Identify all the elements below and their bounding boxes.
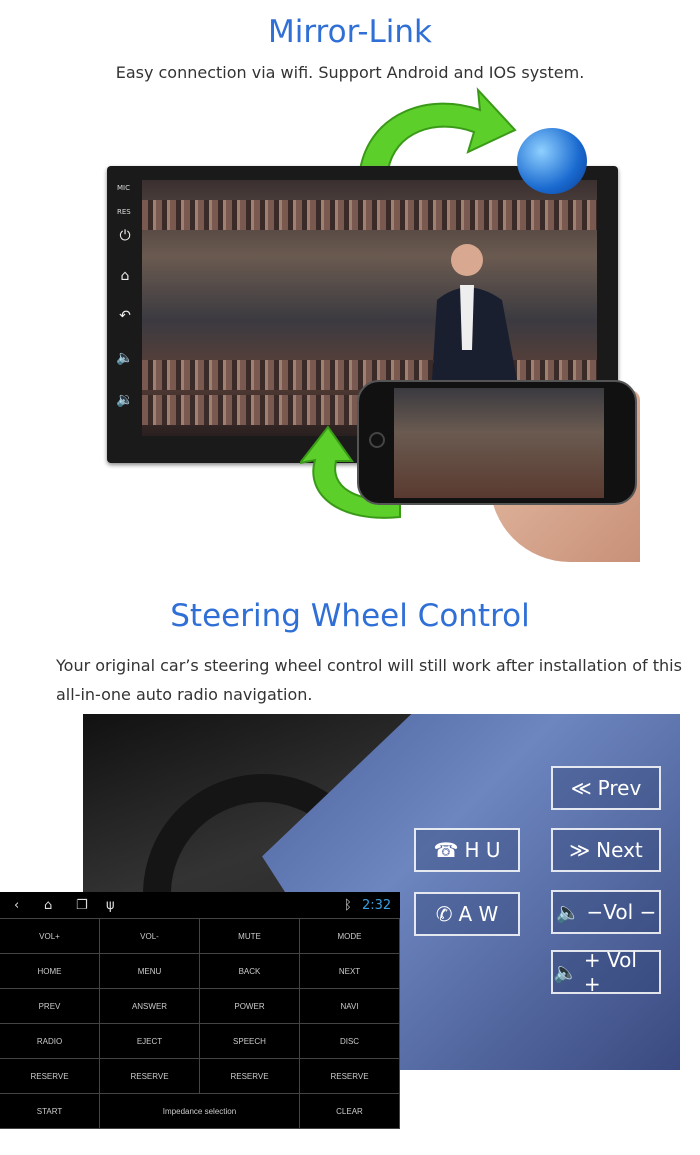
answer-control: ✆ A W	[414, 892, 520, 936]
key-button[interactable]: RESERVE	[200, 1059, 300, 1094]
next-control: ≫ Next	[551, 828, 661, 872]
key-button[interactable]: MUTE	[200, 919, 300, 954]
usb-icon: ψ	[106, 897, 115, 913]
key-button[interactable]: RADIO	[0, 1024, 100, 1059]
next-label: Next	[596, 838, 643, 862]
key-button[interactable]: MENU	[100, 954, 200, 989]
mic-label: MIC	[117, 184, 130, 192]
mirror-link-subtitle: Easy connection via wifi. Support Androi…	[115, 63, 585, 82]
impedance-selection-button[interactable]: Impedance selection	[100, 1094, 300, 1129]
bluetooth-icon: ᛒ	[344, 897, 352, 913]
steering-subtitle-2: all-in-one auto radio navigation.	[56, 685, 313, 704]
prev-label: Prev	[597, 776, 642, 800]
key-button[interactable]: NEXT	[300, 954, 400, 989]
conductor-image	[432, 244, 517, 380]
key-button[interactable]: HOME	[0, 954, 100, 989]
back-icon[interactable]: ↶	[115, 308, 135, 324]
rewind-icon: ≪	[570, 776, 592, 800]
vol-up-control: 🔈 + Vol +	[551, 948, 661, 996]
back-icon[interactable]: ‹	[14, 898, 19, 913]
key-button[interactable]: EJECT	[100, 1024, 200, 1059]
key-button[interactable]: PREV	[0, 989, 100, 1024]
res-label: RES	[117, 208, 131, 216]
key-button[interactable]: VOL-	[100, 919, 200, 954]
forward-icon: ≫	[569, 838, 591, 862]
key-button[interactable]: BACK	[200, 954, 300, 989]
green-arrow-icon	[358, 87, 517, 171]
recent-apps-icon[interactable]: ❐	[76, 898, 88, 913]
aw-label: A W	[458, 902, 499, 926]
key-button[interactable]: SPEECH	[200, 1024, 300, 1059]
key-button[interactable]: ANSWER	[100, 989, 200, 1024]
vol-up-label: + Vol +	[583, 948, 637, 996]
clear-button[interactable]: CLEAR	[300, 1094, 400, 1129]
phone-answer-icon: ✆	[435, 902, 453, 926]
vol-down-control: 🔈 −Vol −	[551, 890, 661, 934]
vol-down-label: −Vol −	[586, 900, 657, 924]
speaker-icon: 🔈	[555, 900, 581, 924]
steering-subtitle-1: Your original car’s steering wheel contr…	[56, 656, 682, 675]
key-button[interactable]: RESERVE	[100, 1059, 200, 1094]
status-bar: ‹ ⌂ ❐ ψ ᛒ 2:32	[0, 892, 400, 918]
mirror-link-title: Mirror-Link	[267, 14, 433, 50]
hu-label: H U	[464, 838, 501, 862]
key-button[interactable]: RESERVE	[300, 1059, 400, 1094]
smartphone	[357, 380, 637, 505]
phone-hangup-icon: ☎	[433, 838, 459, 862]
key-button[interactable]: RESERVE	[0, 1059, 100, 1094]
steering-title: Steering Wheel Control	[170, 598, 530, 634]
power-icon[interactable]: ⏻	[115, 228, 135, 244]
home-icon[interactable]: ⌂	[44, 898, 52, 913]
phone-screen	[394, 388, 604, 498]
prev-control: ≪ Prev	[551, 766, 661, 810]
key-button[interactable]: MODE	[300, 919, 400, 954]
clock: 2:32	[362, 897, 392, 913]
home-icon[interactable]: ⌂	[115, 268, 135, 284]
hangup-control: ☎ H U	[414, 828, 520, 872]
key-button[interactable]: DISC	[300, 1024, 400, 1059]
speaker-icon: 🔈	[553, 960, 578, 984]
key-button[interactable]: VOL+	[0, 919, 100, 954]
start-button[interactable]: START	[0, 1094, 100, 1129]
key-button[interactable]: POWER	[200, 989, 300, 1024]
satellite-globe-icon	[517, 128, 587, 194]
volume-down-icon[interactable]: 🔉	[115, 392, 135, 408]
steering-key-panel: ‹ ⌂ ❐ ψ ᛒ 2:32 VOL+ VOL- MUTE MODE HOME …	[0, 892, 400, 1129]
key-button[interactable]: NAVI	[300, 989, 400, 1024]
volume-up-icon[interactable]: 🔈	[115, 350, 135, 366]
